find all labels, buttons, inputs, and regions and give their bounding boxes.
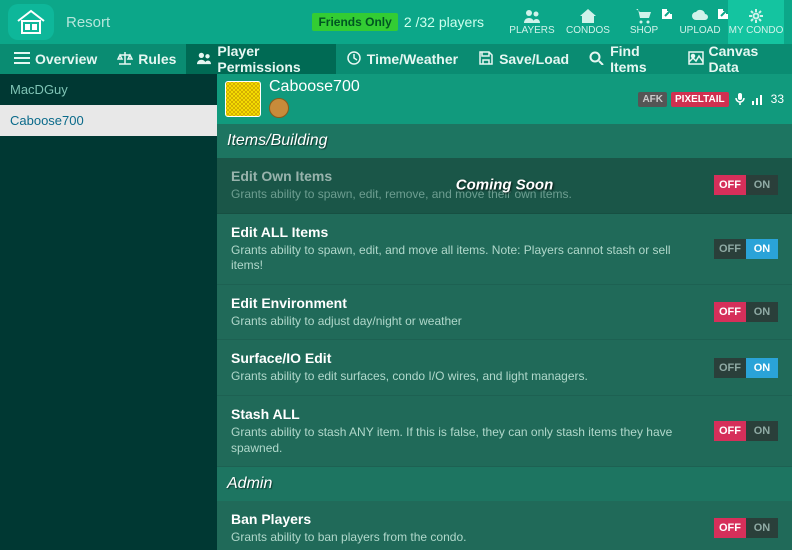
permission-desc: Grants ability to ban players from the c… xyxy=(231,530,702,546)
permission-title: Edit Own Items xyxy=(231,168,702,184)
image-icon xyxy=(688,51,704,68)
tab-time-weather[interactable]: Time/Weather xyxy=(336,44,468,74)
toggle-off[interactable]: OFF xyxy=(714,239,746,259)
toggle-on[interactable]: ON xyxy=(746,421,778,441)
top-bar: Resort Friends Only 2 /32 players PLAYER… xyxy=(0,0,792,44)
users-icon xyxy=(196,51,212,68)
tab-overview[interactable]: Overview xyxy=(4,44,107,74)
nav-condos[interactable]: CONDOS xyxy=(560,0,616,44)
tab-bar: Overview Rules Player Permissions Time/Weat… xyxy=(0,44,792,74)
permission-toggle[interactable]: OFFON xyxy=(714,239,778,259)
nav-items: PLAYERS CONDOS SHOP UPLOAD MY CONDO xyxy=(504,0,784,44)
condo-name: Resort xyxy=(66,14,110,31)
scales-icon xyxy=(117,51,133,68)
tab-label: Time/Weather xyxy=(367,51,458,67)
privacy-badge: Friends Only xyxy=(312,13,397,31)
player-header: Caboose700 AFK PIXELTAIL 33 xyxy=(217,74,792,124)
permission-title: Edit ALL Items xyxy=(231,224,702,240)
permission-title: Stash ALL xyxy=(231,406,702,422)
toggle-off[interactable]: OFF xyxy=(714,175,746,195)
permission-title: Ban Players xyxy=(231,511,702,527)
toggle-on[interactable]: ON xyxy=(746,358,778,378)
external-link-icon xyxy=(714,6,722,14)
nav-label: MY CONDO xyxy=(729,25,784,36)
tab-find-items[interactable]: Find Items xyxy=(579,44,677,74)
permission-row: Edit Environment Grants ability to adjust… xyxy=(217,285,792,341)
permission-title: Edit Environment xyxy=(231,295,702,311)
sidebar-player-item[interactable]: MacDGuy xyxy=(0,74,217,105)
player-name: Caboose700 xyxy=(269,78,630,96)
status-badges: AFK PIXELTAIL 33 xyxy=(638,92,784,107)
permission-title: Surface/IO Edit xyxy=(231,350,702,366)
permissions-content: Caboose700 AFK PIXELTAIL 33 Items/Buildi… xyxy=(217,74,792,550)
condo-logo-icon xyxy=(8,4,54,40)
permission-toggle[interactable]: OFFON xyxy=(714,302,778,322)
player-sidebar: MacDGuyCaboose700 xyxy=(0,74,217,550)
signal-icon xyxy=(751,92,765,106)
nav-label: SHOP xyxy=(630,25,658,36)
player-count: 2 /32 players xyxy=(404,14,484,30)
list-icon xyxy=(14,51,30,68)
nav-upload[interactable]: UPLOAD xyxy=(672,0,728,44)
tab-label: Find Items xyxy=(610,43,667,75)
nav-label: PLAYERS xyxy=(509,25,554,36)
toggle-off[interactable]: OFF xyxy=(714,421,746,441)
external-link-icon xyxy=(658,6,666,14)
afk-badge: AFK xyxy=(638,92,667,107)
nav-players[interactable]: PLAYERS xyxy=(504,0,560,44)
nav-label: CONDOS xyxy=(566,25,610,36)
ping-value: 33 xyxy=(771,92,784,106)
toggle-on[interactable]: ON xyxy=(746,518,778,538)
permission-row: Edit Own Items Grants ability to spawn, e… xyxy=(217,158,792,214)
permission-row: Stash ALL Grants ability to stash ANY ite… xyxy=(217,396,792,467)
tab-canvas-data[interactable]: Canvas Data xyxy=(678,44,789,74)
clock-icon xyxy=(346,51,362,68)
toggle-off[interactable]: OFF xyxy=(714,518,746,538)
search-icon xyxy=(589,51,605,68)
permission-desc: Grants ability to spawn, edit, and move … xyxy=(231,243,702,274)
tab-player-permissions[interactable]: Player Permissions xyxy=(186,44,335,74)
tab-label: Canvas Data xyxy=(709,43,779,75)
permission-row: Edit ALL Items Grants ability to spawn, e… xyxy=(217,214,792,285)
toggle-on[interactable]: ON xyxy=(746,175,778,195)
permission-toggle[interactable]: OFFON xyxy=(714,421,778,441)
permission-desc: Grants ability to spawn, edit, remove, a… xyxy=(231,187,702,203)
permission-desc: Grants ability to edit surfaces, condo I… xyxy=(231,369,702,385)
sidebar-player-item[interactable]: Caboose700 xyxy=(0,105,217,136)
permission-row: Ban Players Grants ability to ban players… xyxy=(217,501,792,550)
section-header: Admin xyxy=(217,467,792,501)
toggle-on[interactable]: ON xyxy=(746,239,778,259)
toggle-on[interactable]: ON xyxy=(746,302,778,322)
permission-toggle[interactable]: OFFON xyxy=(714,175,778,195)
nav-label: UPLOAD xyxy=(679,25,720,36)
player-avatar xyxy=(225,81,261,117)
tab-rules[interactable]: Rules xyxy=(107,44,186,74)
permission-toggle[interactable]: OFFON xyxy=(714,358,778,378)
nav-shop[interactable]: SHOP xyxy=(616,0,672,44)
permission-desc: Grants ability to stash ANY item. If thi… xyxy=(231,425,702,456)
tab-label: Rules xyxy=(138,51,176,67)
rank-badge-icon xyxy=(269,98,289,118)
permission-toggle[interactable]: OFFON xyxy=(714,518,778,538)
permission-row: Surface/IO Edit Grants ability to edit su… xyxy=(217,340,792,396)
save-icon xyxy=(478,51,494,68)
staff-badge: PIXELTAIL xyxy=(671,92,729,107)
toggle-off[interactable]: OFF xyxy=(714,358,746,378)
section-header: Items/Building xyxy=(217,124,792,158)
permission-desc: Grants ability to adjust day/night or we… xyxy=(231,314,702,330)
toggle-off[interactable]: OFF xyxy=(714,302,746,322)
tab-label: Overview xyxy=(35,51,97,67)
tab-label: Player Permissions xyxy=(217,43,325,75)
tab-label: Save/Load xyxy=(499,51,569,67)
nav-my-condo[interactable]: MY CONDO xyxy=(728,0,784,44)
tab-save-load[interactable]: Save/Load xyxy=(468,44,579,74)
mic-icon xyxy=(733,92,747,106)
